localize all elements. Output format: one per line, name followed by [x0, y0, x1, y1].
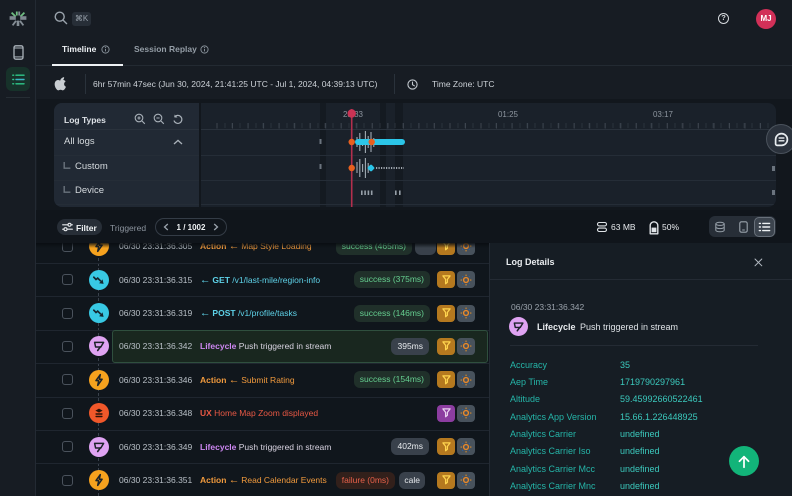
svg-text:01:25: 01:25 — [498, 110, 519, 119]
svg-text:03:17: 03:17 — [653, 110, 674, 119]
